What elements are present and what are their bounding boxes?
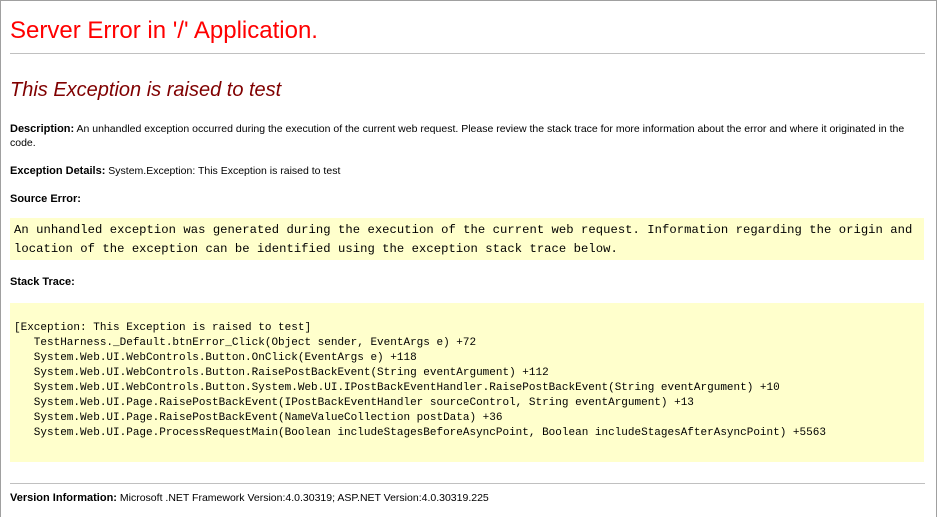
exception-details-text: System.Exception: This Exception is rais… xyxy=(108,165,341,177)
stack-trace-text: [Exception: This Exception is raised to … xyxy=(14,321,826,441)
stack-trace-label: Stack Trace: xyxy=(10,276,75,288)
footer-divider xyxy=(10,483,925,484)
source-error-label: Source Error: xyxy=(10,193,81,205)
stack-trace-line: [Exception: This Exception is raised to … xyxy=(14,322,312,334)
version-information-section: Version Information: Microsoft .NET Fram… xyxy=(10,491,489,505)
stack-trace-line: System.Web.UI.Page.RaisePostBackEvent(IP… xyxy=(14,397,694,409)
version-information-text: Microsoft .NET Framework Version:4.0.303… xyxy=(119,492,489,504)
source-error-text: An unhandled exception was generated dur… xyxy=(14,223,913,256)
stack-trace-line: System.Web.UI.Page.ProcessRequestMain(Bo… xyxy=(14,427,826,439)
stack-trace-line: System.Web.UI.WebControls.Button.System.… xyxy=(14,382,780,394)
description-label: Description: xyxy=(10,123,75,135)
exception-details-label: Exception Details: xyxy=(10,165,106,177)
stack-trace-box[interactable]: [Exception: This Exception is raised to … xyxy=(10,303,924,462)
version-information-label: Version Information: xyxy=(10,492,117,504)
exception-details-section: Exception Details: System.Exception: Thi… xyxy=(10,164,340,178)
description-text: An unhandled exception occurred during t… xyxy=(10,123,905,149)
stack-trace-line: TestHarness._Default.btnError_Click(Obje… xyxy=(14,337,477,349)
exception-title: This Exception is raised to test xyxy=(10,79,282,101)
source-error-heading: Source Error: xyxy=(10,192,81,206)
source-error-box[interactable]: An unhandled exception was generated dur… xyxy=(10,218,924,260)
stack-trace-line: System.Web.UI.WebControls.Button.OnClick… xyxy=(14,352,417,364)
description-section: Description: An unhandled exception occu… xyxy=(10,122,910,150)
page-title: Server Error in '/' Application. xyxy=(10,17,318,44)
stack-trace-line: System.Web.UI.Page.RaisePostBackEvent(Na… xyxy=(14,412,503,424)
stack-trace-heading: Stack Trace: xyxy=(10,275,75,289)
title-divider xyxy=(10,53,925,54)
stack-trace-line: System.Web.UI.WebControls.Button.RaisePo… xyxy=(14,367,549,379)
